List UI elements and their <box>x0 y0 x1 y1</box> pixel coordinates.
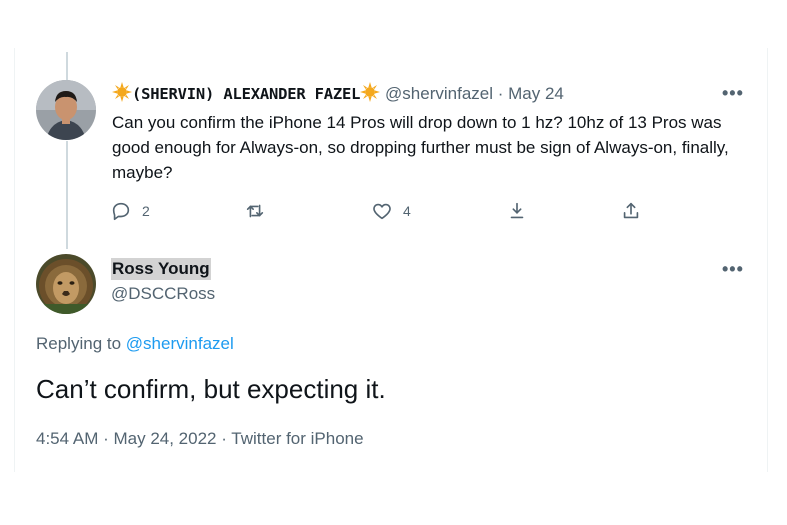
save-button[interactable] <box>506 199 528 223</box>
reply-author-handle[interactable]: @DSCCRoss <box>111 284 215 304</box>
like-button[interactable]: 4 <box>371 199 411 223</box>
thread-line <box>66 141 68 249</box>
replying-to: Replying to @shervinfazel <box>36 334 234 354</box>
reply-author-display-name[interactable]: Ross Young <box>111 258 211 280</box>
reply-button[interactable]: 2 <box>110 199 150 223</box>
tweet-actions: 2 4 <box>110 199 650 223</box>
replying-to-label: Replying to <box>36 334 126 353</box>
tweet-timestamp[interactable]: 4:54 AM · May 24, 2022 · Twitter for iPh… <box>36 429 364 449</box>
like-count: 4 <box>403 203 411 219</box>
tweet-text: Can you confirm the iPhone 14 Pros will … <box>112 113 729 182</box>
avatar-ross-young[interactable] <box>36 254 96 314</box>
separator-dot: · <box>497 84 504 103</box>
reply-more-options-button[interactable]: ••• <box>722 260 744 278</box>
share-icon <box>623 202 639 219</box>
avatar-shervin[interactable] <box>36 80 96 140</box>
share-button[interactable] <box>620 199 642 223</box>
retweet-button[interactable] <box>244 199 266 223</box>
tweet-header: (SHERVIN) ALEXANDER FAZEL @shervinfazel … <box>112 82 564 104</box>
reply-tweet-text: Can’t confirm, but expecting it. <box>36 374 386 404</box>
author-display-name[interactable]: (SHERVIN) ALEXANDER FAZEL <box>132 85 360 103</box>
sun-emoji-icon <box>360 82 381 102</box>
tweet-date[interactable]: May 24 <box>508 84 564 103</box>
author-handle[interactable]: @shervinfazel <box>385 84 493 103</box>
reply-count: 2 <box>142 203 150 219</box>
sun-emoji-icon <box>112 82 132 102</box>
reply-icon <box>112 202 130 221</box>
replying-to-handle-link[interactable]: @shervinfazel <box>126 334 234 353</box>
thread-line-top <box>66 52 68 80</box>
like-icon <box>373 203 391 220</box>
retweet-icon <box>246 204 264 218</box>
save-icon <box>510 202 524 219</box>
more-options-button[interactable]: ••• <box>722 84 744 102</box>
